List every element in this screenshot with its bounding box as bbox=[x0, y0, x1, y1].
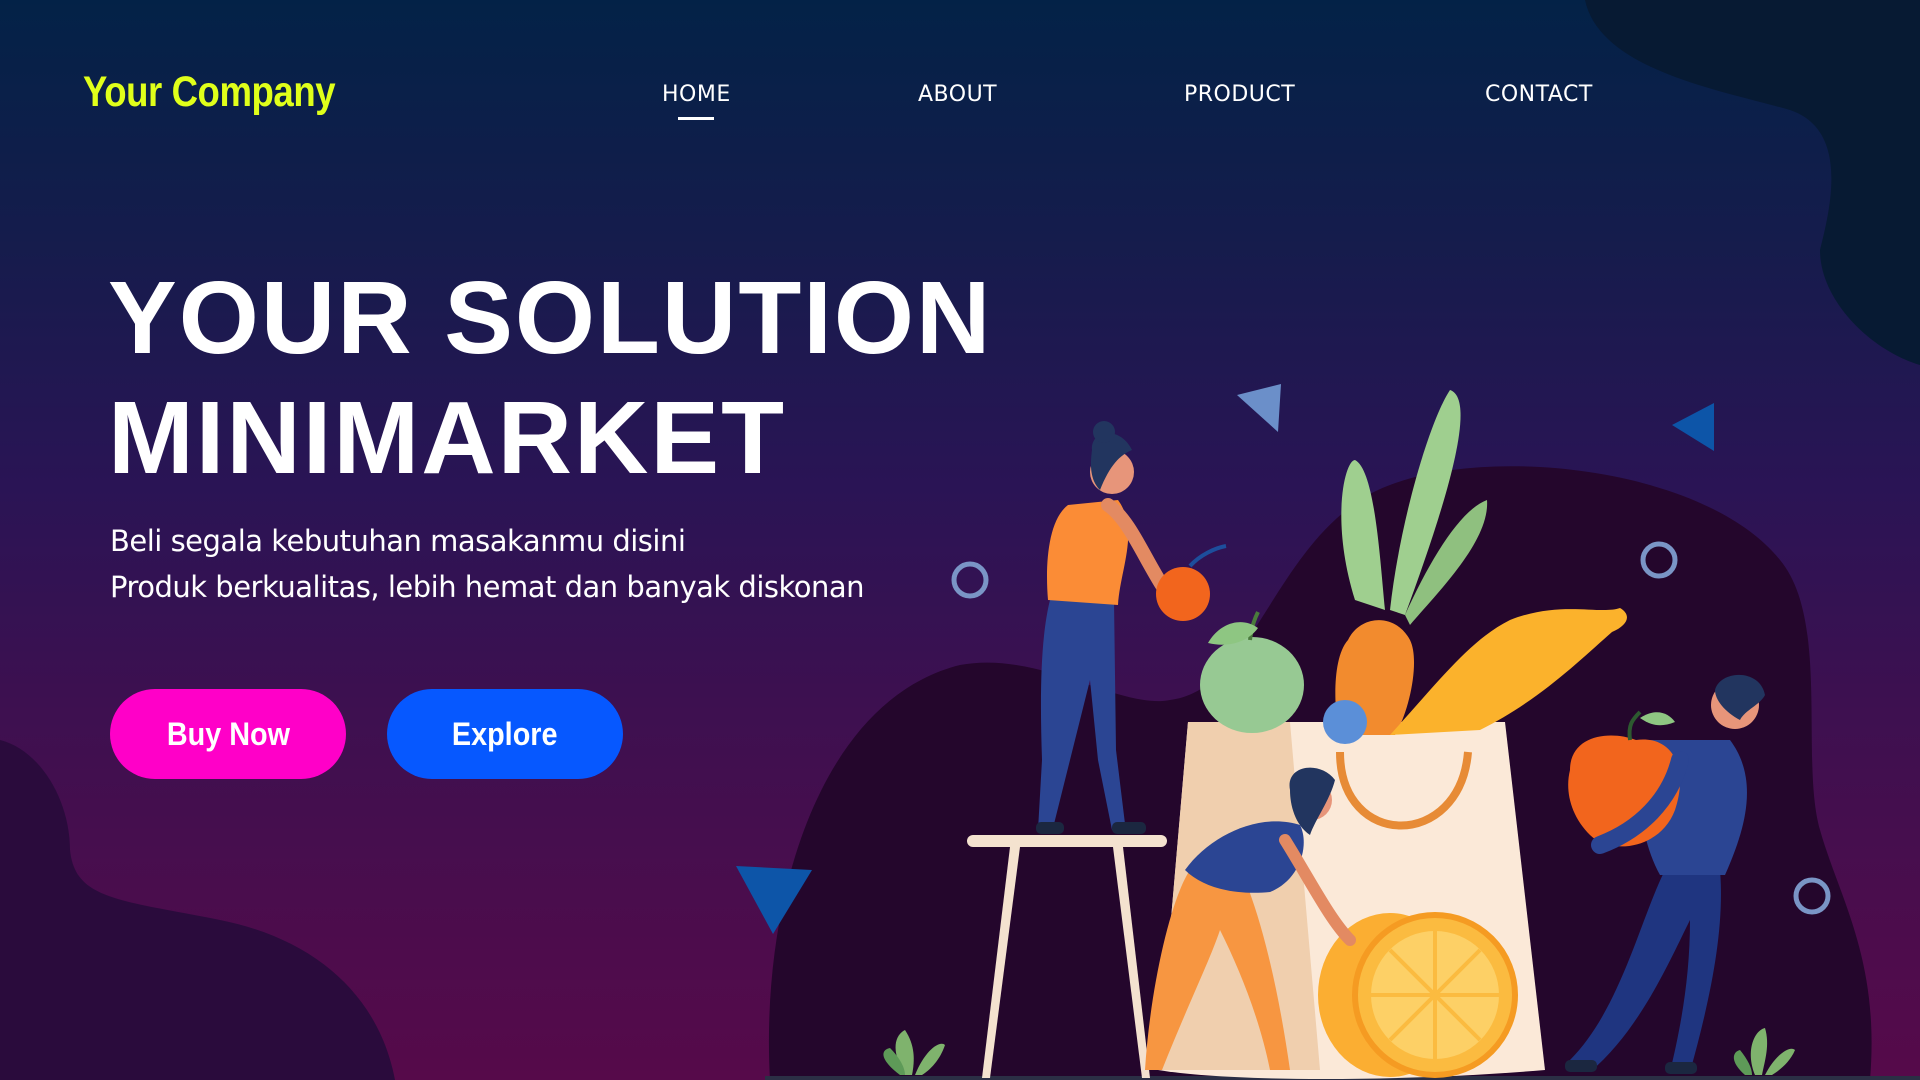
nav-item-label: HOME bbox=[662, 82, 731, 107]
hero-subtitle: Beli segala kebutuhan masakanmu disini P… bbox=[110, 518, 865, 610]
active-underline bbox=[678, 117, 715, 120]
hero-subtitle-line-1: Beli segala kebutuhan masakanmu disini bbox=[110, 524, 686, 558]
nav-item-contact[interactable]: CONTACT bbox=[1485, 82, 1593, 107]
apple-icon bbox=[1156, 544, 1227, 621]
top-right-blob bbox=[1585, 0, 1920, 365]
buy-now-button[interactable]: Buy Now bbox=[110, 689, 346, 779]
circle-decor bbox=[951, 561, 989, 599]
nav-item-label: ABOUT bbox=[918, 82, 998, 107]
nav-item-about[interactable]: ABOUT bbox=[918, 82, 997, 107]
nav-item-label: PRODUCT bbox=[1184, 82, 1296, 107]
plum-icon bbox=[1323, 700, 1367, 744]
triangle-decor bbox=[1237, 384, 1281, 432]
explore-button[interactable]: Explore bbox=[387, 689, 623, 779]
hero-title-line-2: MINIMARKET bbox=[108, 380, 786, 495]
triangle-decor bbox=[1672, 403, 1714, 451]
hero-title: YOUR SOLUTION MINIMARKET bbox=[108, 258, 992, 498]
nav-item-label: CONTACT bbox=[1485, 82, 1593, 107]
nav-item-product[interactable]: PRODUCT bbox=[1184, 82, 1295, 107]
hero-title-line-1: YOUR SOLUTION bbox=[108, 260, 993, 375]
hero-subtitle-line-2: Produk berkualitas, lebih hemat dan bany… bbox=[110, 570, 865, 604]
company-logo[interactable]: Your Company bbox=[83, 68, 336, 117]
bottom-left-blob bbox=[0, 740, 395, 1080]
nav-item-home[interactable]: HOME bbox=[662, 82, 731, 120]
explore-label: Explore bbox=[452, 715, 558, 752]
buy-now-label: Buy Now bbox=[166, 715, 290, 752]
